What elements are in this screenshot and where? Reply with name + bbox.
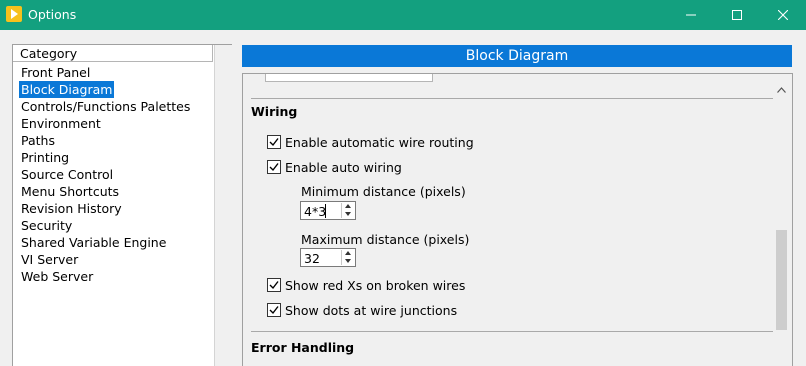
- category-item-label: Security: [21, 218, 73, 233]
- increment-button[interactable]: [342, 203, 354, 210]
- category-item-revision-history[interactable]: Revision History: [19, 200, 192, 217]
- minimize-button[interactable]: [668, 0, 714, 30]
- category-item-label: Paths: [21, 133, 55, 148]
- auto-wiring-label: Enable auto wiring: [285, 159, 402, 175]
- category-item-paths[interactable]: Paths: [19, 132, 192, 149]
- category-item-label: Controls/Functions Palettes: [21, 99, 191, 114]
- decrement-button[interactable]: [342, 211, 354, 218]
- decrement-button[interactable]: [342, 258, 354, 265]
- maximize-icon: [732, 10, 742, 20]
- page-title: Block Diagram: [242, 45, 792, 67]
- checkmark-icon: [269, 138, 279, 147]
- category-item-security[interactable]: Security: [19, 217, 192, 234]
- category-item-label: Source Control: [21, 167, 114, 182]
- chevron-up-icon: [777, 87, 786, 93]
- checkmark-icon: [269, 306, 279, 315]
- wire-dots-checkbox-row[interactable]: Show dots at wire junctions: [267, 302, 457, 318]
- max-distance-label: Maximum distance (pixels): [301, 232, 470, 247]
- category-item-environment[interactable]: Environment: [19, 115, 192, 132]
- category-item-source-control[interactable]: Source Control: [19, 166, 192, 183]
- category-item-shared-variable-engine[interactable]: Shared Variable Engine: [19, 234, 192, 251]
- wire-dots-checkbox[interactable]: [267, 303, 281, 317]
- category-item-label: Block Diagram: [19, 81, 115, 98]
- category-list: Front Panel Block Diagram Controls/Funct…: [19, 64, 192, 285]
- category-item-block-diagram[interactable]: Block Diagram: [19, 81, 192, 98]
- min-distance-label: Minimum distance (pixels): [301, 184, 466, 199]
- checkmark-icon: [269, 281, 279, 290]
- category-item-label: Front Panel: [21, 65, 91, 80]
- text-cursor: [325, 204, 326, 218]
- arrow-down-icon: [345, 259, 351, 263]
- error-handling-section-title: Error Handling: [251, 340, 355, 355]
- wiring-section-title: Wiring: [251, 104, 298, 119]
- min-distance-stepper[interactable]: 4*3: [300, 201, 356, 220]
- min-distance-value[interactable]: 4*3: [304, 204, 326, 219]
- min-distance-spin-buttons: [341, 203, 354, 218]
- category-panel-scrollbar[interactable]: [214, 45, 232, 366]
- section-divider: [251, 331, 773, 332]
- max-distance-spin-buttons: [341, 250, 354, 265]
- max-distance-stepper[interactable]: 32: [300, 248, 356, 267]
- title-bar: Options: [0, 0, 806, 30]
- category-item-label: Shared Variable Engine: [21, 235, 167, 250]
- minimize-icon: [686, 14, 696, 16]
- red-xs-checkbox[interactable]: [267, 278, 281, 292]
- auto-routing-checkbox[interactable]: [267, 135, 281, 149]
- auto-wiring-checkbox[interactable]: [267, 160, 281, 174]
- auto-wiring-checkbox-row[interactable]: Enable auto wiring: [267, 159, 402, 175]
- section-divider: [251, 98, 773, 99]
- auto-routing-checkbox-row[interactable]: Enable automatic wire routing: [267, 134, 474, 150]
- close-button[interactable]: [760, 0, 806, 30]
- category-item-printing[interactable]: Printing: [19, 149, 192, 166]
- category-item-label: Web Server: [21, 269, 94, 284]
- category-item-vi-server[interactable]: VI Server: [19, 251, 192, 268]
- category-item-label: VI Server: [21, 252, 79, 267]
- category-item-web-server[interactable]: Web Server: [19, 268, 192, 285]
- category-item-label: Menu Shortcuts: [21, 184, 120, 199]
- wire-dots-label: Show dots at wire junctions: [285, 302, 458, 318]
- increment-button[interactable]: [342, 250, 354, 257]
- category-item-front-panel[interactable]: Front Panel: [19, 64, 192, 81]
- partial-dropdown[interactable]: [265, 74, 433, 82]
- maximize-button[interactable]: [714, 0, 760, 30]
- arrow-up-icon: [345, 251, 351, 255]
- category-column-header[interactable]: Category: [13, 45, 213, 62]
- block-diagram-options-pane: Wiring Enable automatic wire routing Ena…: [242, 73, 793, 366]
- window-title: Options: [28, 7, 77, 22]
- auto-routing-label: Enable automatic wire routing: [285, 134, 474, 150]
- category-item-label: Revision History: [21, 201, 122, 216]
- checkmark-icon: [269, 163, 279, 172]
- category-item-label: Environment: [21, 116, 101, 131]
- red-xs-checkbox-row[interactable]: Show red Xs on broken wires: [267, 277, 465, 293]
- scroll-up-button[interactable]: [773, 82, 790, 99]
- category-list-panel: Category Front Panel Block Diagram Contr…: [12, 44, 232, 366]
- category-item-menu-shortcuts[interactable]: Menu Shortcuts: [19, 183, 192, 200]
- scrollbar-thumb[interactable]: [776, 230, 787, 330]
- red-xs-label: Show red Xs on broken wires: [285, 277, 466, 293]
- category-item-label: Printing: [21, 150, 70, 165]
- close-icon: [778, 10, 788, 20]
- arrow-up-icon: [345, 204, 351, 208]
- max-distance-value[interactable]: 32: [304, 251, 320, 266]
- arrow-down-icon: [345, 212, 351, 216]
- category-item-controls-functions-palettes[interactable]: Controls/Functions Palettes: [19, 98, 192, 115]
- labview-app-icon: [6, 6, 22, 22]
- options-scrollbar[interactable]: [773, 74, 790, 366]
